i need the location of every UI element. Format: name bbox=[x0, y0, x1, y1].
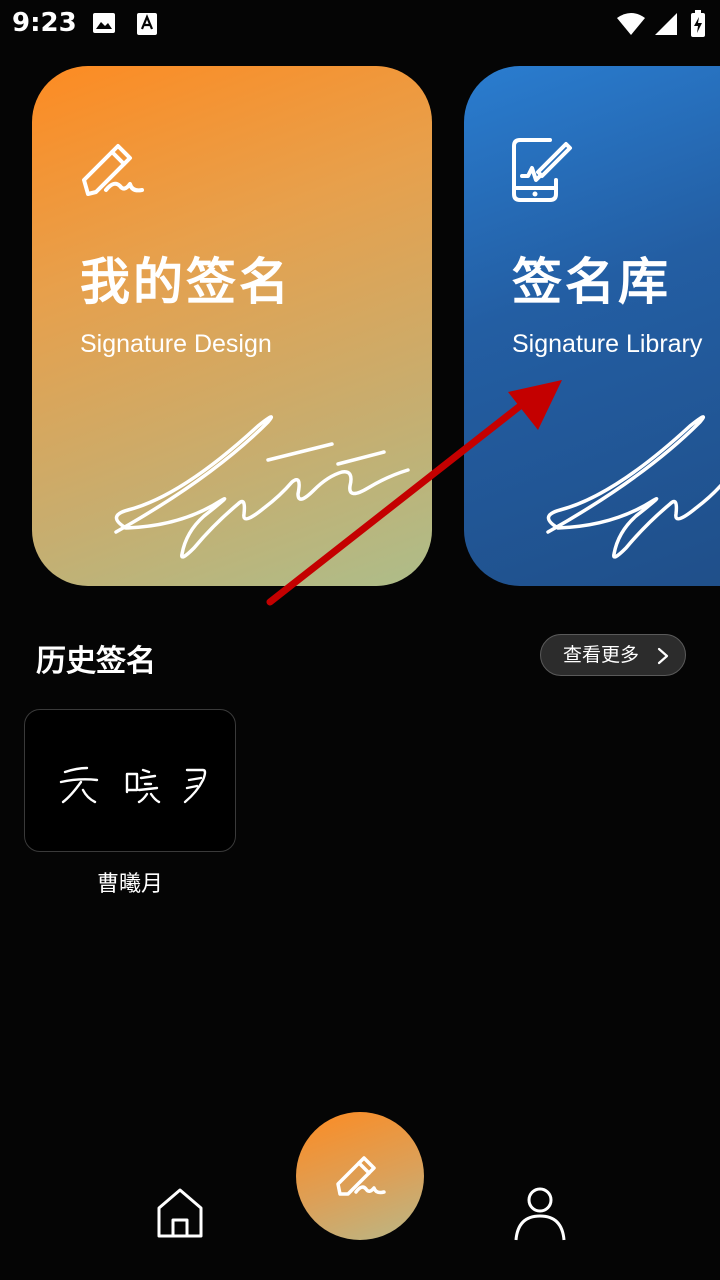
bottom-nav bbox=[0, 1100, 720, 1280]
view-more-label: 查看更多 bbox=[563, 644, 640, 666]
pen-icon bbox=[336, 1156, 386, 1196]
history-signature-tile[interactable] bbox=[24, 709, 236, 852]
tablet-signature-icon bbox=[512, 138, 572, 202]
card-title: 我的签名 bbox=[80, 253, 292, 311]
signature-illustration bbox=[114, 415, 410, 559]
history-signature-name: 曹曦月 bbox=[96, 872, 163, 897]
my-signature-card[interactable]: 我的签名 Signature Design bbox=[32, 66, 432, 586]
create-signature-button[interactable] bbox=[296, 1112, 424, 1240]
status-time: 9:23 bbox=[12, 8, 77, 38]
battery-charging-icon bbox=[691, 10, 705, 37]
gallery-icon bbox=[93, 13, 115, 33]
status-bar: 9:23 bbox=[0, 0, 720, 48]
feature-carousel: 我的签名 Signature Design 签名库 Signature Libr… bbox=[0, 66, 720, 586]
pen-signature-icon bbox=[82, 144, 144, 196]
card-subtitle: Signature Design bbox=[80, 330, 272, 358]
signature-library-card[interactable]: 签名库 Signature Library bbox=[464, 66, 720, 586]
text-recognition-icon bbox=[137, 13, 157, 35]
card-title: 签名库 bbox=[512, 253, 671, 311]
signal-icon bbox=[655, 13, 677, 35]
card-subtitle: Signature Library bbox=[512, 330, 703, 358]
history-section-title: 历史签名 bbox=[36, 644, 156, 679]
profile-icon[interactable] bbox=[512, 1186, 568, 1242]
home-icon[interactable] bbox=[154, 1186, 206, 1240]
signature-illustration bbox=[546, 415, 720, 559]
chevron-right-icon bbox=[657, 647, 669, 665]
wifi-icon bbox=[617, 13, 645, 35]
view-more-button[interactable]: 查看更多 bbox=[540, 634, 686, 676]
signature-preview bbox=[59, 766, 207, 804]
